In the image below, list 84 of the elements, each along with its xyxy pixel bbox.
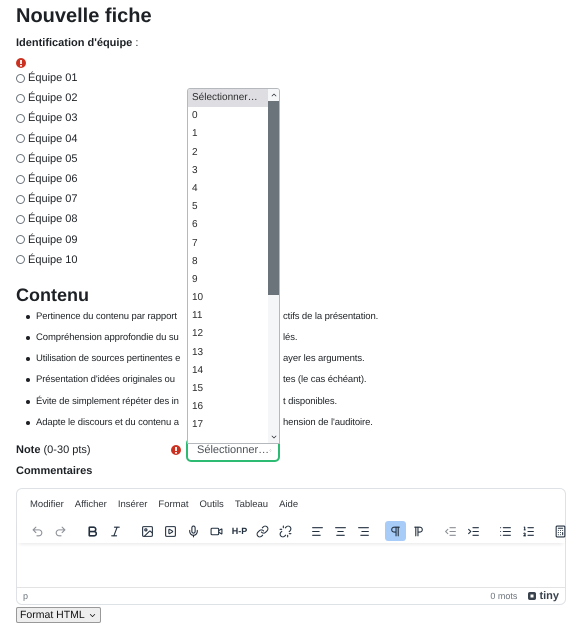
radio-button[interactable] [16,154,25,164]
bullet-icon [26,400,30,404]
menu-item[interactable]: Afficher [74,499,107,517]
colon: : [134,37,138,49]
radio-button[interactable] [16,174,25,184]
chevron-up-icon [270,91,278,99]
menu-item[interactable]: Outils [200,499,224,517]
broken-link-icon [279,524,292,538]
numbered-list-icon [522,524,535,538]
brand-name: tiny [539,590,559,602]
criterion-text: hension de l'auditoire. [283,416,373,430]
radio-button[interactable] [16,114,25,123]
indent-icon [467,524,480,538]
radio-button[interactable] [16,214,25,224]
chevron-down-icon [270,433,278,441]
radio-label: Équipe 01 [28,72,78,84]
menu-item[interactable]: Aide [279,499,298,517]
bullet-icon [26,378,30,382]
bullet-icon [26,357,30,362]
align-left-icon [311,524,324,538]
link-icon [256,524,269,538]
criterion-text: Présentation d'idées originales ou [36,373,176,388]
element-path: p [23,591,30,601]
menu-item[interactable]: Tableau [234,499,268,517]
italic-icon [109,524,122,538]
bullet-icon [26,420,30,425]
criterion-text: Adapte le discours et du contenu a [36,416,180,430]
word-count: 0 mots [490,591,518,601]
criterion-text: t disponibles. [283,394,338,409]
hint-text: (0-30 pts) [44,444,91,456]
redo-icon [54,524,67,538]
pilcrow-icon [389,524,402,538]
radio-button[interactable] [16,74,25,83]
bullet-icon [26,336,30,340]
radio-label: Équipe 05 [28,152,78,165]
toolbar-button[interactable] [385,521,406,541]
logo-icon [527,591,538,601]
dropdown-option[interactable]: Sélectionner… [188,89,268,108]
criterion-text: ctifs de la présentation. [283,310,378,324]
radio-label: Équipe 09 [28,234,78,246]
radio-label: Équipe 03 [28,112,78,124]
radio-button[interactable] [16,194,25,204]
radio-label: Équipe 10 [28,254,78,266]
bold-icon [86,524,99,538]
microphone-icon [187,524,200,538]
scroll-thumb[interactable] [268,101,279,295]
video-camera-icon [210,524,223,538]
play-icon [164,524,177,538]
align-right-icon [357,524,370,538]
menu-item[interactable]: Insérer [118,499,148,517]
radio-label: Équipe 02 [28,92,78,104]
criterion-text: ayer les arguments. [283,352,365,366]
menu-item[interactable]: Format [158,499,189,517]
radio-button[interactable] [16,255,25,264]
radio-label: Équipe 06 [28,173,78,186]
bullet-list-icon [499,524,512,538]
criterion-text: Pertinence du contenu par rapport [36,310,178,324]
radio-button[interactable] [16,134,25,144]
page-title: Nouvelle fiche [16,4,153,28]
field-label: Note [16,444,40,456]
pilcrow-icon [412,524,425,538]
field-label: Commentaires [16,464,94,478]
section-heading: Contenu [16,284,89,306]
radio-button[interactable] [16,235,25,244]
criterion-text: lés. [283,331,298,346]
criterion-text: Utilisation de sources pertinentes e [36,352,182,366]
format-select[interactable]: Format HTML [16,607,101,623]
radio-label: Équipe 07 [28,193,78,206]
radio-label: Équipe 08 [28,213,78,226]
radio-button[interactable] [16,94,25,103]
criterion-text: Compréhension approfondie du su [36,331,180,346]
outdent-icon [444,524,457,538]
image-icon [141,524,154,538]
criterion-text: tes (le cas échéant). [283,373,366,388]
scrollbar[interactable] [268,89,279,443]
criterion-text: Évite de simplement répéter des in [36,394,180,409]
menu-item[interactable]: Modifier [30,499,64,517]
undo-icon [31,524,44,538]
radio-label: Équipe 04 [28,132,78,145]
h5p-button[interactable]: H-P [229,521,250,541]
calculator-icon [554,524,567,538]
bullet-icon [26,314,30,319]
field-label: Identification d'équipe [16,37,132,49]
align-center-icon [334,524,347,538]
